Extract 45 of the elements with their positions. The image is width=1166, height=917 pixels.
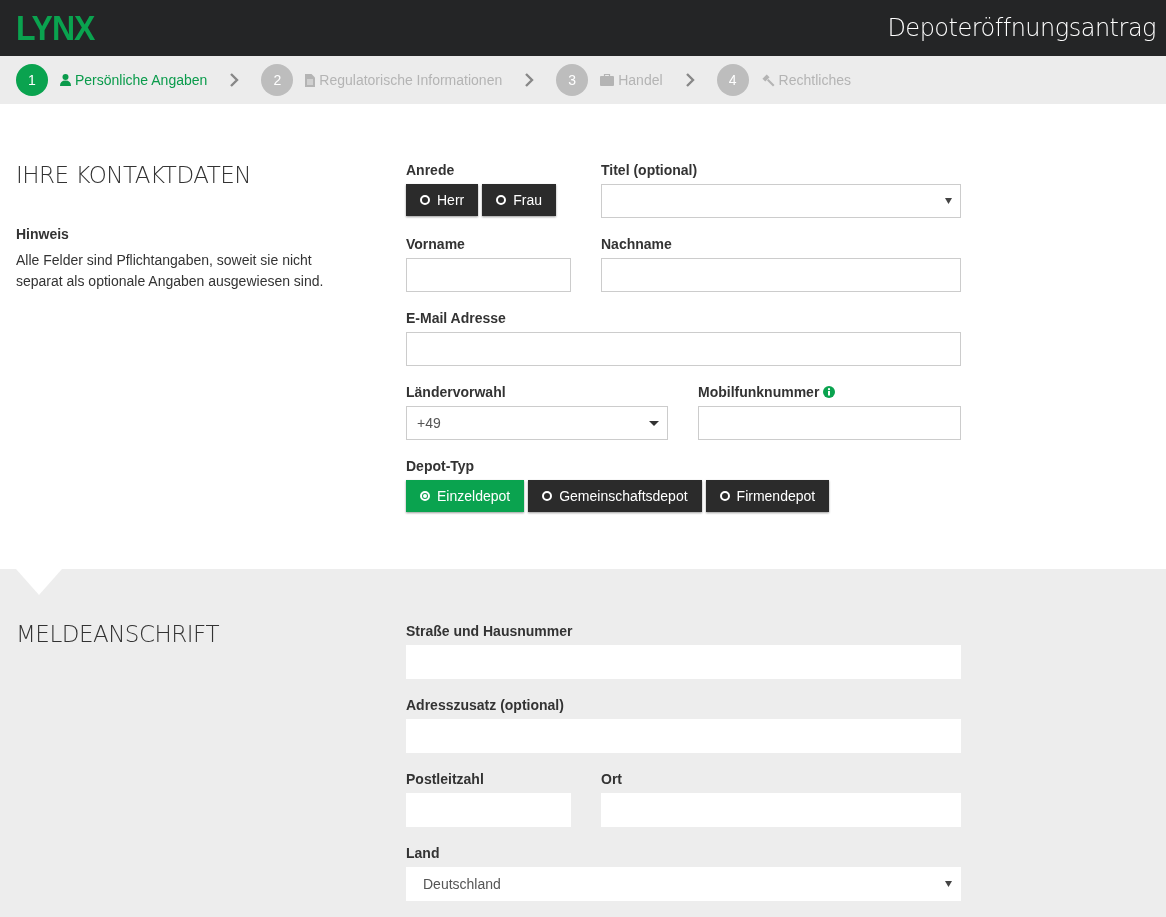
chevron-right-icon (684, 72, 695, 88)
field-label: Postleitzahl (406, 771, 484, 787)
caret-down-icon (945, 198, 952, 204)
document-icon (305, 73, 316, 87)
page-title: Depoteröffnungsantrag (887, 14, 1156, 42)
text-field[interactable] (406, 332, 961, 366)
chevron-right-icon (229, 72, 240, 88)
note-text: Alle Felder sind Pflichtangaben, soweit sie nicht separat als optionale Angaben ausgewiesen sind. (16, 251, 325, 291)
field-label: Straße und Hausnummer (406, 623, 573, 639)
field-label: Depot-Typ (406, 458, 475, 474)
radio-button[interactable]: Frau (482, 184, 557, 216)
user-icon (60, 74, 71, 86)
radio-button[interactable]: Gemeinschaftsdepot (528, 480, 702, 512)
field-label: Mobilfunknummer (698, 384, 820, 400)
info-icon[interactable] (823, 386, 836, 398)
radio-button[interactable]: Herr (406, 184, 479, 216)
section-heading: MELDEANSCHRIFT (16, 621, 220, 647)
step-number: 1 (16, 64, 48, 96)
chevron-right-icon (524, 72, 535, 88)
step-number: 3 (556, 64, 589, 96)
field-label: E-Mail Adresse (406, 310, 506, 326)
field-label: Nachname (601, 236, 672, 252)
section-heading: IHRE KONTAKTDATEN (16, 161, 252, 188)
step-number: 4 (716, 64, 749, 96)
text-field[interactable] (406, 258, 571, 292)
field-label: Vorname (406, 236, 465, 252)
field-label: Titel (optional) (601, 162, 698, 178)
logo: LYNX (16, 7, 95, 49)
gavel-icon (760, 73, 775, 87)
caret-down-icon (945, 881, 952, 887)
note-heading: Hinweis (16, 226, 70, 242)
field-label: Land (406, 845, 440, 861)
radio-button[interactable]: Firmendepot (705, 480, 830, 512)
briefcase-icon (600, 74, 615, 86)
select-field[interactable]: Deutschland (406, 867, 961, 901)
caret-down-icon (649, 420, 659, 426)
step-number: 2 (261, 64, 294, 96)
select-field[interactable] (601, 184, 961, 218)
text-field[interactable] (698, 406, 961, 440)
field-label: Ort (601, 771, 622, 787)
field-label: Ländervorwahl (406, 384, 506, 400)
select-field[interactable]: +49 (406, 406, 668, 440)
field-label: Adresszusatz (optional) (406, 697, 564, 713)
field-label: Anrede (406, 162, 455, 178)
text-field[interactable] (601, 258, 961, 292)
